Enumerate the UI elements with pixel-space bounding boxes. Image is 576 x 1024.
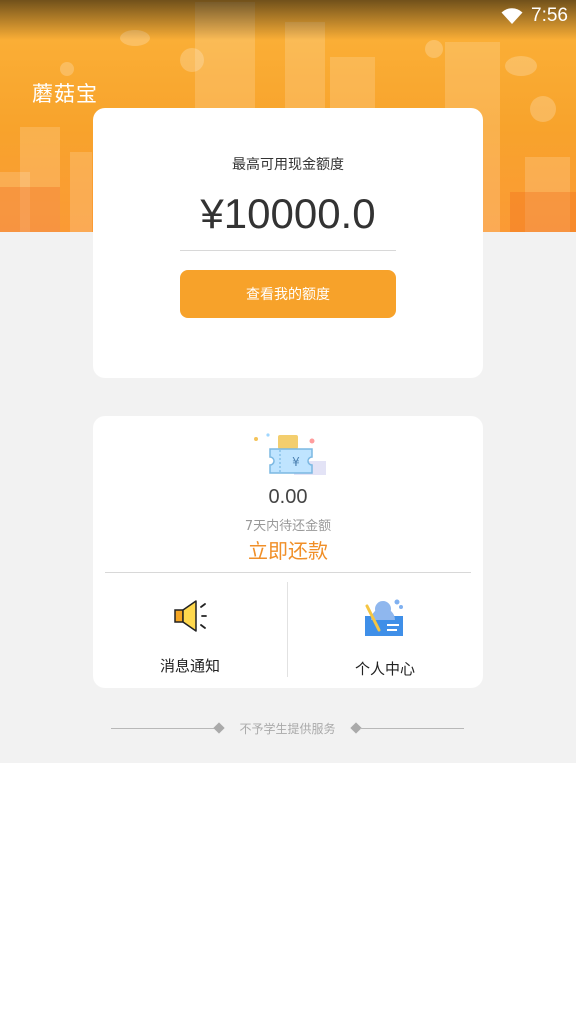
repay-divider	[105, 572, 471, 573]
footer-note: 不予学生提供服务	[111, 718, 464, 738]
notifications-label: 消息通知	[159, 657, 220, 675]
user-card-icon	[363, 596, 407, 640]
quota-label: 最高可用现金额度	[232, 157, 344, 173]
wifi-icon	[501, 7, 523, 25]
speaker-icon	[170, 596, 210, 636]
svg-text:¥: ¥	[292, 455, 300, 469]
view-quota-button[interactable]: 查看我的额度	[180, 270, 396, 318]
app-title: 蘑菇宝	[32, 82, 98, 106]
credit-quota-card: 最高可用现金额度 ¥10000.0 查看我的额度	[93, 108, 483, 378]
repay-due-label: 7天内待还金额	[244, 519, 332, 534]
notifications-menu-item[interactable]: 消息通知	[93, 582, 287, 686]
status-time: 7:56	[531, 5, 568, 26]
status-bar: 7:56	[501, 4, 568, 28]
repay-now-button[interactable]: 立即还款	[93, 535, 483, 564]
repay-amount: 0.00	[268, 486, 308, 508]
profile-label: 个人中心	[354, 660, 415, 678]
repayment-card: ¥ 0.00 7天内待还金额 立即还款 消息通知 个人中心	[93, 416, 483, 688]
quota-divider	[180, 250, 396, 251]
quota-amount: ¥10000.0	[200, 190, 376, 237]
profile-menu-item[interactable]: 个人中心	[288, 582, 482, 686]
ticket-yen-icon: ¥	[250, 431, 326, 485]
